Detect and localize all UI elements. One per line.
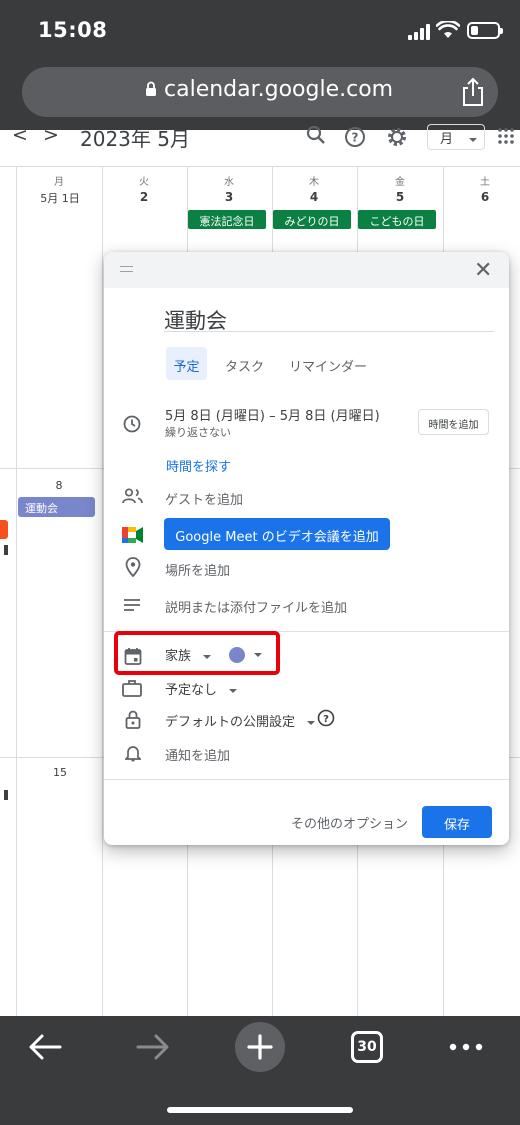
- find-time-link[interactable]: 時間を探す: [166, 456, 231, 475]
- gear-icon[interactable]: [386, 126, 408, 148]
- weekday-label: 水: [224, 177, 234, 188]
- tab-task[interactable]: タスク: [225, 356, 264, 375]
- location-icon: [125, 557, 141, 577]
- url-text[interactable]: calendar.google.com: [164, 77, 393, 102]
- help-icon[interactable]: ?: [317, 709, 335, 727]
- more-icon[interactable]: [449, 1042, 483, 1052]
- day-number[interactable]: 6: [465, 190, 505, 204]
- add-location[interactable]: 場所を追加: [165, 560, 230, 579]
- weekday-label: 金: [395, 177, 405, 188]
- add-notification[interactable]: 通知を追加: [165, 745, 230, 764]
- more-options-button[interactable]: その他のオプション: [291, 813, 408, 832]
- chevron-down-icon: [307, 720, 316, 725]
- add-time-button[interactable]: 時間を追加: [418, 409, 489, 435]
- day-number[interactable]: 15: [40, 766, 80, 779]
- weekday-label: 木: [309, 177, 319, 188]
- day-number[interactable]: 5月 1日: [34, 190, 86, 206]
- back-icon[interactable]: [28, 1033, 62, 1061]
- briefcase-icon: [122, 680, 142, 697]
- status-time: 15:08: [38, 18, 108, 42]
- repeat-setting[interactable]: 繰り返さない: [165, 424, 231, 440]
- day-number[interactable]: 5: [380, 190, 420, 204]
- grid-line: [16, 166, 17, 1016]
- dialog-divider: [104, 779, 509, 780]
- notes-icon: [124, 599, 140, 611]
- dialog-drag-bar[interactable]: [104, 252, 509, 288]
- meet-icon: [122, 527, 143, 543]
- holiday-chip[interactable]: 憲法記念日: [188, 210, 266, 229]
- event-date-range[interactable]: 5月 8日 (月曜日) – 5月 8日 (月曜日): [165, 405, 380, 424]
- tab-reminder[interactable]: リマインダー: [289, 356, 367, 375]
- close-button[interactable]: ✕: [474, 258, 492, 283]
- chevron-down-icon: [229, 688, 238, 693]
- grid-line: [0, 166, 520, 167]
- visibility-select[interactable]: デフォルトの公開設定: [165, 711, 316, 730]
- search-icon[interactable]: [305, 124, 327, 146]
- event-chip[interactable]: 運動会: [18, 497, 95, 517]
- save-button[interactable]: 保存: [422, 806, 492, 838]
- event-chip-edge[interactable]: [0, 520, 8, 539]
- bell-icon: [125, 746, 141, 762]
- weekday-label: 火: [139, 177, 149, 188]
- add-guests[interactable]: ゲストを追加: [165, 489, 243, 508]
- day-number[interactable]: 4: [294, 190, 334, 204]
- help-icon[interactable]: ?: [344, 126, 366, 148]
- view-select-label: 月: [440, 132, 454, 147]
- day-number[interactable]: 3: [209, 190, 249, 204]
- holiday-chip[interactable]: みどりの日: [273, 210, 351, 229]
- busy-status-label: 予定なし: [165, 683, 218, 698]
- people-icon: [122, 488, 143, 504]
- forward-icon[interactable]: [136, 1033, 170, 1061]
- prev-month-button[interactable]: <: [12, 124, 28, 146]
- day-number[interactable]: 2: [124, 190, 164, 204]
- event-marker: [4, 545, 8, 555]
- add-description[interactable]: 説明または添付ファイルを追加: [165, 597, 347, 616]
- holiday-chip[interactable]: こどもの日: [358, 210, 436, 229]
- svg-text:?: ?: [352, 131, 359, 145]
- home-indicator: [167, 1107, 353, 1113]
- next-month-button[interactable]: >: [43, 124, 59, 146]
- drag-handle-icon[interactable]: [120, 266, 133, 272]
- share-icon[interactable]: [460, 77, 486, 107]
- tab-switcher-button[interactable]: 30: [351, 1031, 383, 1063]
- lock-icon: [146, 81, 156, 96]
- busy-status-select[interactable]: 予定なし: [165, 679, 238, 698]
- view-select[interactable]: 月: [427, 124, 485, 150]
- cellular-signal-icon: [408, 24, 430, 40]
- event-marker: [4, 790, 8, 800]
- new-tab-button[interactable]: [235, 1022, 285, 1072]
- wifi-icon: [436, 21, 460, 38]
- day-number[interactable]: 8: [39, 479, 79, 492]
- apps-icon[interactable]: [498, 128, 514, 144]
- highlight-box: [114, 631, 280, 675]
- add-meet-button[interactable]: Google Meet のビデオ会議を追加: [164, 518, 390, 550]
- month-title: 2023年 5月: [80, 127, 190, 151]
- svg-text:?: ?: [323, 714, 329, 725]
- grid-line: [102, 166, 103, 1016]
- weekday-label: 土: [480, 177, 490, 188]
- plus-icon: [247, 1034, 273, 1060]
- clock-icon: [123, 415, 141, 433]
- lock-icon: [125, 710, 141, 729]
- visibility-label: デフォルトの公開設定: [165, 715, 296, 730]
- chevron-down-icon: [469, 137, 478, 142]
- battery-icon: [467, 22, 503, 39]
- weekday-label: 月: [54, 177, 64, 188]
- event-title-input[interactable]: 運動会: [164, 305, 494, 333]
- tab-event[interactable]: 予定: [166, 347, 207, 380]
